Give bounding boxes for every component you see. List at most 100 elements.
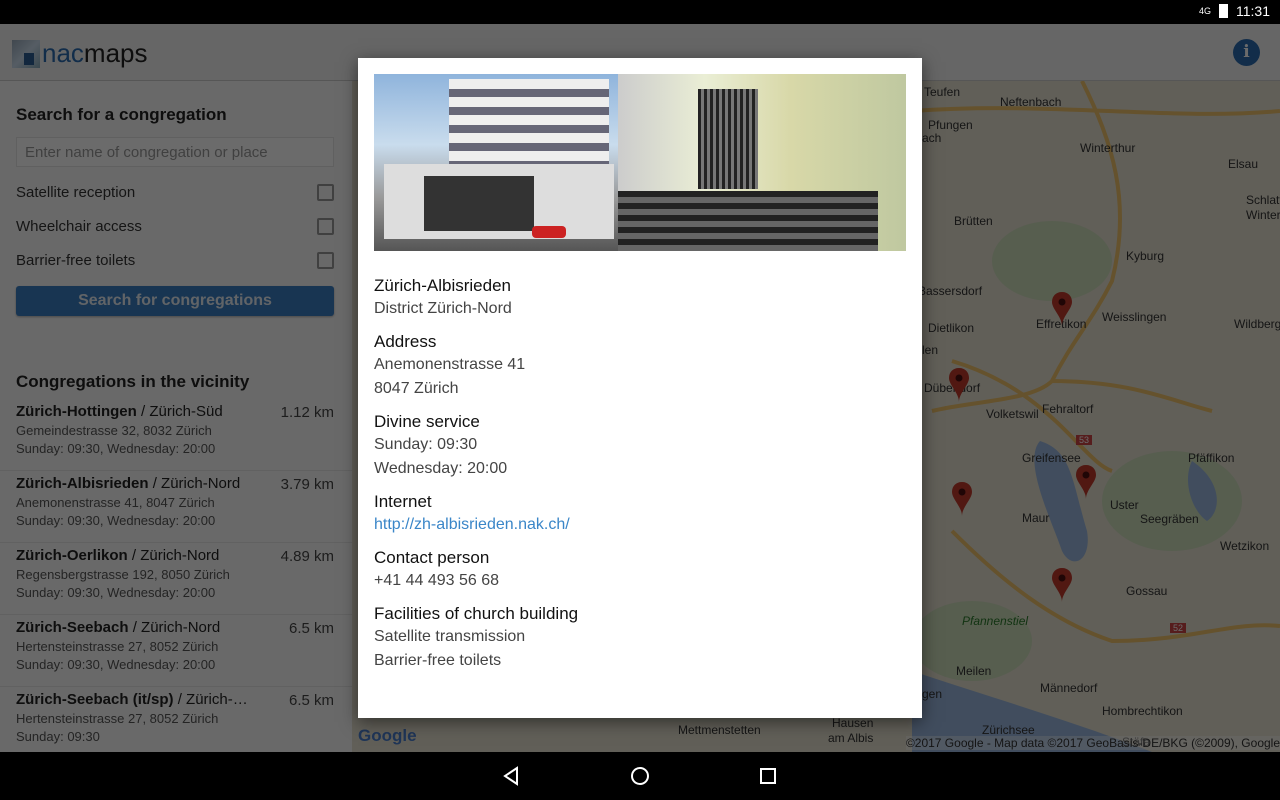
info-icon[interactable]: i xyxy=(1233,39,1260,66)
filter-label: Barrier-free toilets xyxy=(16,251,136,269)
map-pin-icon[interactable] xyxy=(1051,291,1073,327)
checkbox[interactable] xyxy=(317,183,334,201)
clock: 11:31 xyxy=(1236,3,1270,19)
map-pin-icon[interactable] xyxy=(1075,464,1097,500)
map-place-label: Pfäffikon xyxy=(1188,451,1235,465)
map-place-label: Greifensee xyxy=(1022,451,1081,465)
item-title: Zürich-Seebach (it/sp) / Zürich-Nord xyxy=(16,691,256,708)
map-place-label: am Albis xyxy=(828,731,874,745)
item-district: / Zürich-Süd xyxy=(136,403,223,420)
item-distance: 6.5 km xyxy=(288,620,334,637)
map-copyright[interactable]: ©2017 Google - Map data ©2017 GeoBasis-D… xyxy=(905,736,1280,750)
map-place-label: Neftenbach xyxy=(1000,95,1062,109)
item-title: Zürich-Hottingen / Zürich-Süd xyxy=(16,403,256,420)
item-address: Hertensteinstrasse 27, 8052 Zürich xyxy=(16,711,219,726)
item-name: Zürich-Oerlikon xyxy=(16,547,128,564)
map-place-label: Fehraltorf xyxy=(1042,402,1094,416)
map-place-label: Seegräben xyxy=(1140,512,1199,526)
map-place-label: Bassersdorf xyxy=(918,284,983,298)
back-icon[interactable] xyxy=(502,766,522,786)
map-place-label: 53 xyxy=(1076,435,1093,445)
map-place-label: Wildberg xyxy=(1234,317,1280,331)
battery-icon xyxy=(1219,4,1228,18)
item-district: / Zürich-Nord xyxy=(128,619,221,636)
address-line: Anemonenstrasse 41 xyxy=(374,356,526,373)
navigation-bar xyxy=(0,752,1280,800)
congregation-list-item[interactable]: Zürich-Seebach (it/sp) / Zürich-Nord 6.5… xyxy=(0,687,352,759)
map-place-label: Schlatt bei xyxy=(1246,193,1280,207)
map-place-label: Mettmenstetten xyxy=(678,723,761,737)
map-place-label: 52 xyxy=(1170,623,1187,633)
map-place-label: Brütten xyxy=(954,214,993,228)
website-link[interactable]: http://zh-albisrieden.nak.ch/ xyxy=(374,513,906,537)
item-distance: 4.89 km xyxy=(280,548,334,565)
congregation-list-item[interactable]: Zürich-Albisrieden / Zürich-Nord 3.79 km… xyxy=(0,471,352,543)
home-icon[interactable] xyxy=(630,766,650,786)
item-service: Sunday: 09:30, Wednesday: 20:00 xyxy=(16,585,216,600)
map-place-label: Volketswil xyxy=(986,407,1039,421)
logo-map-icon xyxy=(12,39,40,68)
search-button[interactable]: Search for congregations xyxy=(16,286,334,316)
item-title: Zürich-Seebach / Zürich-Nord xyxy=(16,619,256,636)
filter-satellite[interactable]: Satellite reception xyxy=(16,180,334,204)
item-name: Zürich-Hottingen xyxy=(16,403,137,420)
item-address: Gemeindestrasse 32, 8032 Zürich xyxy=(16,423,212,438)
search-heading: Search for a congregation xyxy=(16,105,227,124)
status-bar: 4G 11:31 xyxy=(0,0,1280,24)
logo-suffix: maps xyxy=(83,38,148,68)
facilities-label: Facilities of church building xyxy=(374,604,579,623)
congregation-list-item[interactable]: Zürich-Seebach / Zürich-Nord 6.5 km Hert… xyxy=(0,615,352,687)
contact-phone[interactable]: +41 44 493 56 68 xyxy=(374,569,906,593)
map-place-label: Wetzikon xyxy=(1220,539,1270,553)
item-address: Regensbergstrasse 192, 8050 Zürich xyxy=(16,567,230,582)
filter-label: Satellite reception xyxy=(16,183,136,201)
map-place-label: ach xyxy=(922,131,942,145)
vicinity-heading: Congregations in the vicinity xyxy=(16,372,250,391)
recents-icon[interactable] xyxy=(758,766,778,786)
map-pin-icon[interactable] xyxy=(948,367,970,403)
item-address: Anemonenstrasse 41, 8047 Zürich xyxy=(16,495,215,510)
address-line: 8047 Zürich xyxy=(374,380,459,397)
item-distance: 6.5 km xyxy=(288,692,334,709)
item-address: Hertensteinstrasse 27, 8052 Zürich xyxy=(16,639,219,654)
congregation-list: Zürich-Hottingen / Zürich-Süd 1.12 km Ge… xyxy=(0,399,352,759)
item-title: Zürich-Albisrieden / Zürich-Nord xyxy=(16,475,256,492)
sidebar: Search for a congregation Satellite rece… xyxy=(0,81,352,759)
map-place-label: gen xyxy=(922,687,943,701)
filter-wheelchair[interactable]: Wheelchair access xyxy=(16,214,334,238)
internet-label: Internet xyxy=(374,492,432,511)
logo-prefix: nac xyxy=(42,38,84,68)
checkbox[interactable] xyxy=(317,217,334,235)
filter-toilets[interactable]: Barrier-free toilets xyxy=(16,248,334,272)
facility-item: Barrier-free toilets xyxy=(374,652,502,669)
network-icon: 4G xyxy=(1198,6,1211,16)
service-time: Wednesday: 20:00 xyxy=(374,460,508,477)
item-distance: 3.79 km xyxy=(280,476,334,493)
google-logo-text: Google xyxy=(358,726,417,745)
map-place-label: Elsau xyxy=(1228,157,1259,171)
map-place-label: Hausen xyxy=(832,716,874,730)
app-logo: nac maps xyxy=(12,38,148,69)
congregation-list-item[interactable]: Zürich-Oerlikon / Zürich-Nord 4.89 km Re… xyxy=(0,543,352,615)
map-place-label: Gossau xyxy=(1126,584,1168,598)
item-name: Zürich-Seebach xyxy=(16,619,129,636)
search-input[interactable] xyxy=(16,137,334,167)
map-place-label: Meilen xyxy=(956,664,992,678)
checkbox[interactable] xyxy=(317,251,334,269)
item-service: Sunday: 09:30, Wednesday: 20:00 xyxy=(16,513,216,528)
map-place-label: Dietlikon xyxy=(928,321,975,335)
congregation-detail-dialog: Zürich-Albisrieden District Zürich-Nord … xyxy=(358,58,922,718)
map-place-label: Kyburg xyxy=(1126,249,1165,263)
map-pin-icon[interactable] xyxy=(1051,567,1073,603)
service-time: Sunday: 09:30 xyxy=(374,436,478,453)
map-place-label: Zürichsee xyxy=(982,723,1035,737)
map-place-label: Pfannenstiel xyxy=(962,614,1029,628)
filter-label: Wheelchair access xyxy=(16,217,142,235)
map-pin-icon[interactable] xyxy=(951,481,973,517)
item-district: / Zürich-Nord xyxy=(177,691,256,708)
item-name: Zürich-Seebach (it/sp) xyxy=(16,691,174,708)
item-service: Sunday: 09:30, Wednesday: 20:00 xyxy=(16,441,216,456)
address-label: Address xyxy=(374,332,437,351)
item-district: / Zürich-Nord xyxy=(148,475,241,492)
congregation-list-item[interactable]: Zürich-Hottingen / Zürich-Süd 1.12 km Ge… xyxy=(0,399,352,471)
